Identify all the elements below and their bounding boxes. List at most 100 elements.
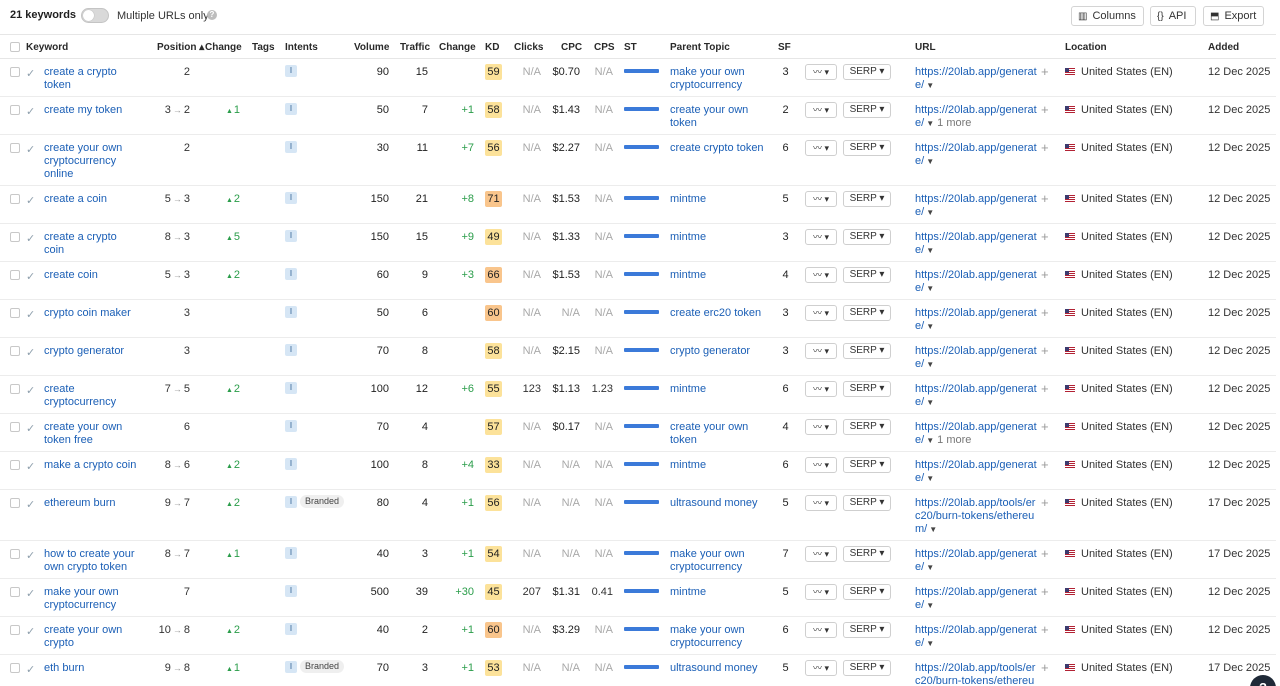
header-added[interactable]: Added bbox=[1208, 42, 1239, 53]
caret-down-icon[interactable]: ▼ bbox=[926, 246, 934, 255]
keyword-link[interactable]: create a coin bbox=[44, 193, 139, 206]
row-checkbox[interactable] bbox=[10, 498, 20, 508]
keyword-link[interactable]: create cryptocurrency bbox=[44, 383, 139, 409]
keyword-link[interactable]: create your own token free bbox=[44, 421, 139, 447]
trend-chart-button[interactable]: 〰 ▾ bbox=[805, 546, 837, 562]
parent-topic-link[interactable]: ultrasound money bbox=[670, 497, 770, 510]
parent-topic-link[interactable]: mintme bbox=[670, 383, 770, 396]
row-checkbox[interactable] bbox=[10, 194, 20, 204]
trend-chart-button[interactable]: 〰 ▾ bbox=[805, 343, 837, 359]
keyword-link[interactable]: crypto coin maker bbox=[44, 307, 139, 320]
trend-chart-button[interactable]: 〰 ▾ bbox=[805, 381, 837, 397]
add-icon[interactable]: + bbox=[1041, 419, 1049, 434]
parent-topic-link[interactable]: mintme bbox=[670, 586, 770, 599]
serp-button[interactable]: SERP ▾ bbox=[843, 419, 891, 435]
trend-chart-button[interactable]: 〰 ▾ bbox=[805, 229, 837, 245]
header-location[interactable]: Location bbox=[1065, 42, 1107, 53]
trend-chart-button[interactable]: 〰 ▾ bbox=[805, 267, 837, 283]
add-icon[interactable]: + bbox=[1041, 191, 1049, 206]
header-parent-topic[interactable]: Parent Topic bbox=[670, 42, 730, 53]
trend-chart-button[interactable]: 〰 ▾ bbox=[805, 660, 837, 676]
header-kd[interactable]: KD bbox=[485, 42, 499, 53]
serp-button[interactable]: SERP ▾ bbox=[843, 102, 891, 118]
api-button[interactable]: {} API bbox=[1150, 6, 1196, 26]
add-icon[interactable]: + bbox=[1041, 64, 1049, 79]
header-tags[interactable]: Tags bbox=[252, 42, 275, 53]
columns-button[interactable]: ▥ Columns bbox=[1071, 6, 1144, 26]
serp-button[interactable]: SERP ▾ bbox=[843, 546, 891, 562]
keyword-link[interactable]: make your own cryptocurrency bbox=[44, 586, 139, 612]
add-icon[interactable]: + bbox=[1041, 343, 1049, 358]
header-sf[interactable]: SF bbox=[778, 42, 791, 53]
row-checkbox[interactable] bbox=[10, 663, 20, 673]
parent-topic-link[interactable]: mintme bbox=[670, 459, 770, 472]
parent-topic-link[interactable]: mintme bbox=[670, 231, 770, 244]
serp-button[interactable]: SERP ▾ bbox=[843, 229, 891, 245]
parent-topic-link[interactable]: mintme bbox=[670, 193, 770, 206]
row-checkbox[interactable] bbox=[10, 422, 20, 432]
row-checkbox[interactable] bbox=[10, 625, 20, 635]
keyword-link[interactable]: crypto generator bbox=[44, 345, 139, 358]
help-icon[interactable]: ? bbox=[207, 10, 217, 20]
add-icon[interactable]: + bbox=[1041, 622, 1049, 637]
serp-button[interactable]: SERP ▾ bbox=[843, 305, 891, 321]
add-icon[interactable]: + bbox=[1041, 546, 1049, 561]
serp-button[interactable]: SERP ▾ bbox=[843, 343, 891, 359]
trend-chart-button[interactable]: 〰 ▾ bbox=[805, 191, 837, 207]
trend-chart-button[interactable]: 〰 ▾ bbox=[805, 102, 837, 118]
add-icon[interactable]: + bbox=[1041, 381, 1049, 396]
serp-button[interactable]: SERP ▾ bbox=[843, 64, 891, 80]
header-st[interactable]: ST bbox=[624, 42, 637, 53]
keyword-link[interactable]: create a crypto token bbox=[44, 66, 139, 92]
trend-chart-button[interactable]: 〰 ▾ bbox=[805, 622, 837, 638]
caret-down-icon[interactable]: ▼ bbox=[926, 474, 934, 483]
caret-down-icon[interactable]: ▼ bbox=[929, 525, 937, 534]
row-checkbox[interactable] bbox=[10, 143, 20, 153]
serp-button[interactable]: SERP ▾ bbox=[843, 457, 891, 473]
header-cpc[interactable]: CPC bbox=[561, 42, 582, 53]
keyword-link[interactable]: create a crypto coin bbox=[44, 231, 139, 257]
row-checkbox[interactable] bbox=[10, 549, 20, 559]
caret-down-icon[interactable]: ▼ bbox=[926, 601, 934, 610]
row-checkbox[interactable] bbox=[10, 384, 20, 394]
caret-down-icon[interactable]: ▼ bbox=[926, 81, 934, 90]
row-checkbox[interactable] bbox=[10, 346, 20, 356]
multiple-urls-toggle[interactable] bbox=[81, 8, 109, 23]
keyword-link[interactable]: how to create your own crypto token bbox=[44, 548, 139, 574]
add-icon[interactable]: + bbox=[1041, 584, 1049, 599]
parent-topic-link[interactable]: create erc20 token bbox=[670, 307, 770, 320]
parent-topic-link[interactable]: make your own cryptocurrency bbox=[670, 624, 770, 650]
header-traffic-change[interactable]: Change bbox=[439, 42, 476, 53]
header-change[interactable]: Change bbox=[205, 42, 242, 53]
parent-topic-link[interactable]: create your own token bbox=[670, 421, 770, 447]
add-icon[interactable]: + bbox=[1041, 305, 1049, 320]
add-icon[interactable]: + bbox=[1041, 140, 1049, 155]
serp-button[interactable]: SERP ▾ bbox=[843, 191, 891, 207]
caret-down-icon[interactable]: ▼ bbox=[926, 398, 934, 407]
serp-button[interactable]: SERP ▾ bbox=[843, 660, 891, 676]
url-link[interactable]: https://20lab.app/generat e/ bbox=[915, 104, 1037, 129]
row-checkbox[interactable] bbox=[10, 232, 20, 242]
keyword-link[interactable]: create your own cryptocurrency online bbox=[44, 142, 139, 181]
parent-topic-link[interactable]: make your own cryptocurrency bbox=[670, 66, 770, 92]
add-icon[interactable]: + bbox=[1041, 457, 1049, 472]
serp-button[interactable]: SERP ▾ bbox=[843, 495, 891, 511]
trend-chart-button[interactable]: 〰 ▾ bbox=[805, 495, 837, 511]
keyword-link[interactable]: ethereum burn bbox=[44, 497, 139, 510]
header-volume[interactable]: Volume bbox=[354, 42, 389, 53]
parent-topic-link[interactable]: make your own cryptocurrency bbox=[670, 548, 770, 574]
row-checkbox[interactable] bbox=[10, 460, 20, 470]
caret-down-icon[interactable]: ▼ bbox=[926, 119, 934, 128]
parent-topic-link[interactable]: create crypto token bbox=[670, 142, 770, 155]
trend-chart-button[interactable]: 〰 ▾ bbox=[805, 64, 837, 80]
keyword-link[interactable]: create my token bbox=[44, 104, 139, 117]
header-cps[interactable]: CPS bbox=[594, 42, 615, 53]
serp-button[interactable]: SERP ▾ bbox=[843, 267, 891, 283]
url-link[interactable]: https://20lab.app/tools/er c20/burn-token… bbox=[915, 662, 1035, 686]
header-position[interactable]: Position ▴ bbox=[157, 42, 204, 53]
caret-down-icon[interactable]: ▼ bbox=[926, 436, 934, 445]
caret-down-icon[interactable]: ▼ bbox=[926, 563, 934, 572]
serp-button[interactable]: SERP ▾ bbox=[843, 584, 891, 600]
trend-chart-button[interactable]: 〰 ▾ bbox=[805, 419, 837, 435]
parent-topic-link[interactable]: create your own token bbox=[670, 104, 770, 130]
